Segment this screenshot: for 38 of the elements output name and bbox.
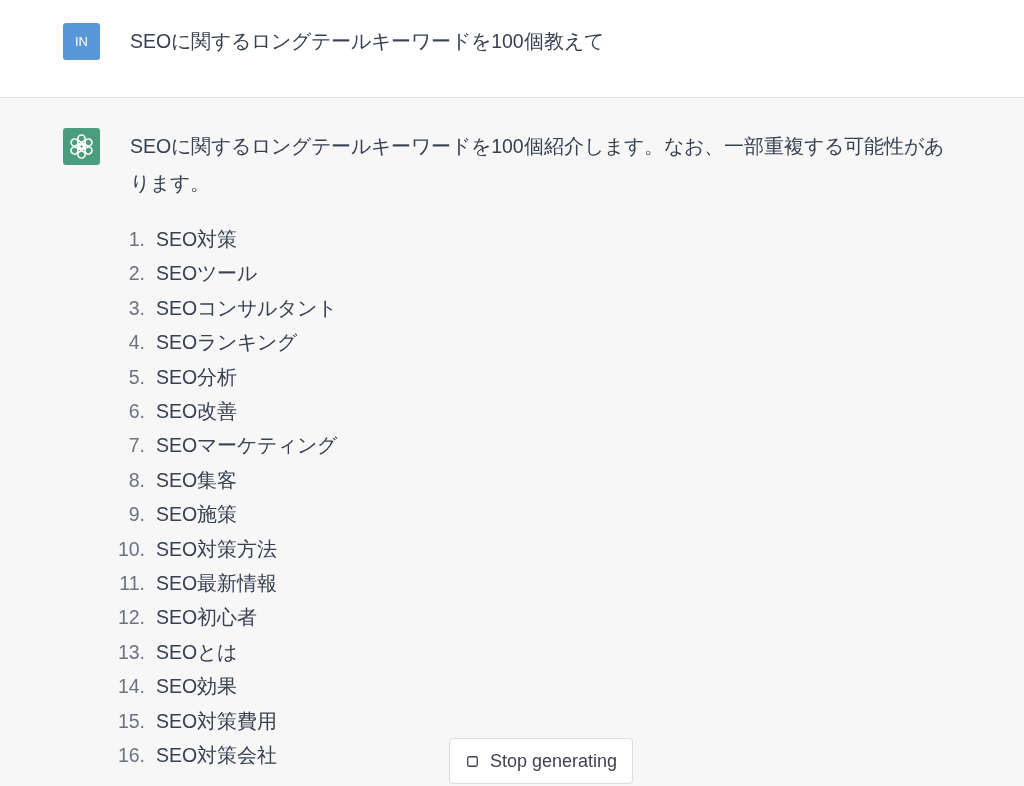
list-item: SEO効果 xyxy=(156,674,238,700)
item-number: 5. xyxy=(128,364,145,390)
user-avatar: IN xyxy=(63,23,100,60)
list-item: SEO対策会社 xyxy=(156,743,278,769)
item-number: 12. xyxy=(117,605,145,631)
item-number: 14. xyxy=(117,674,145,700)
stop-generating-button[interactable]: Stop generating xyxy=(449,738,634,784)
item-number: 15. xyxy=(117,708,145,734)
list-item: SEOとは xyxy=(156,639,238,665)
item-number: 8. xyxy=(128,467,145,493)
logo-icon xyxy=(63,128,100,165)
list-item: SEO分析 xyxy=(156,364,238,390)
message-text: SEOに関するロングテールキーワードを100個紹介します。なお、一部重複する可能性があります。 xyxy=(130,134,945,196)
list-item: SEO対策費用 xyxy=(156,708,278,734)
list-item: SEOコンサルタント xyxy=(156,295,338,321)
item-number: 7. xyxy=(128,433,145,459)
message-text: SEOに関するロングテールキーワードを100個教えて xyxy=(130,29,604,54)
item-number: 4. xyxy=(128,330,145,356)
item-number: 1. xyxy=(128,227,145,252)
list-item: SEOランキング xyxy=(156,330,298,356)
item-number: 6. xyxy=(128,399,145,425)
list-item: SEO集客 xyxy=(156,467,238,493)
item-number: 13. xyxy=(117,639,145,665)
item-number: 16. xyxy=(117,743,145,769)
list-item: SEOツール xyxy=(156,261,258,287)
list-item: SEO対策 xyxy=(156,227,238,252)
list-item: SEO最新情報 xyxy=(156,571,278,597)
list-item: SEOマーケティング xyxy=(156,433,338,459)
list-item: SEO改善 xyxy=(156,399,238,425)
item-number: 10. xyxy=(117,536,145,562)
list-item: SEO初心者 xyxy=(156,605,258,631)
list-item: SEO対策方法 xyxy=(156,536,278,562)
stop-icon xyxy=(467,755,478,767)
item-number: 11. xyxy=(119,571,145,597)
item-number: 2. xyxy=(128,261,145,287)
item-number: 9. xyxy=(128,502,145,528)
list-item: SEO施策 xyxy=(156,502,238,528)
item-number: 3. xyxy=(128,295,145,321)
